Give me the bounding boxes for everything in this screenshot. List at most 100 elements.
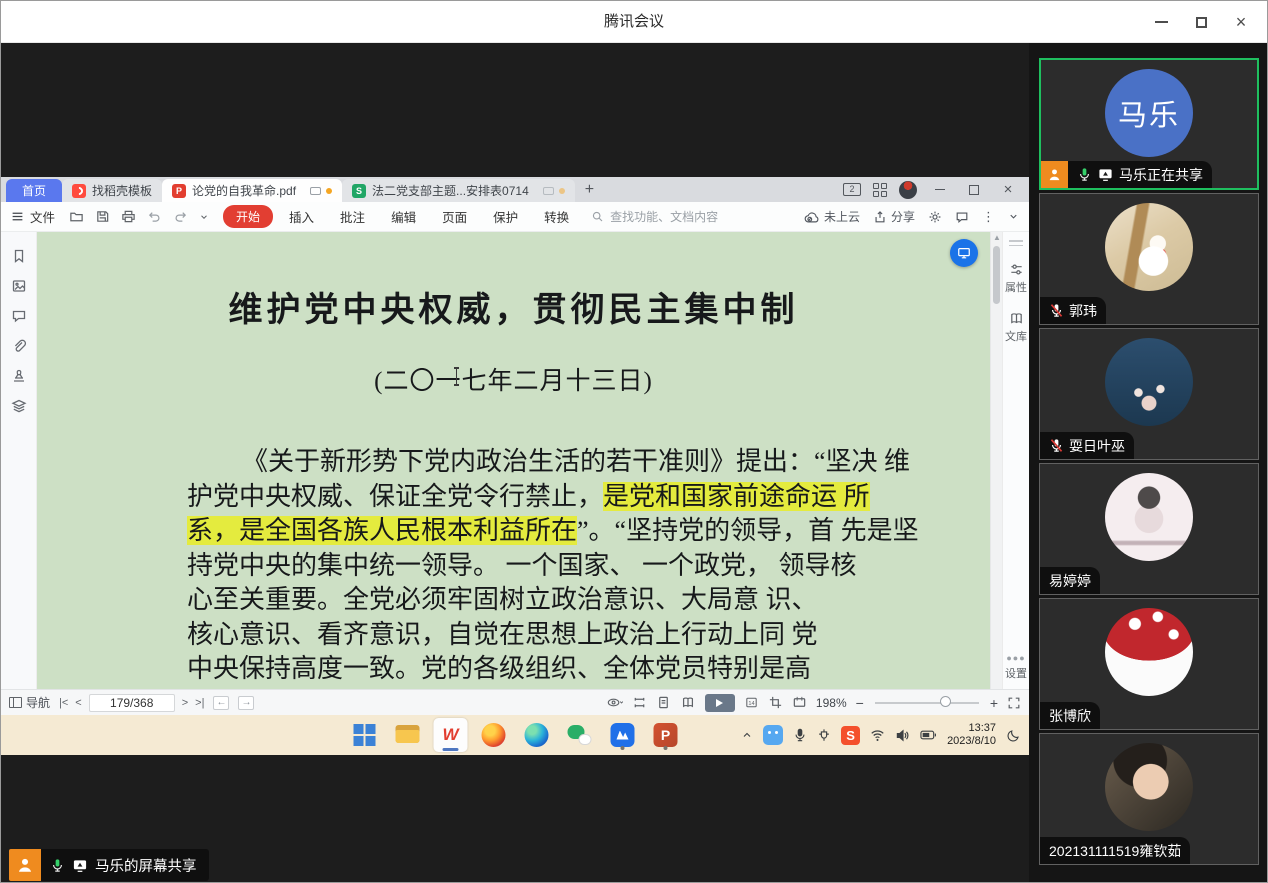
history-back-button[interactable]: ← (213, 696, 229, 710)
attachment-icon[interactable] (11, 338, 27, 354)
participant-tile[interactable]: 张博欣 (1039, 598, 1259, 730)
tray-chevron-icon[interactable] (741, 729, 753, 741)
image-tool-icon[interactable] (11, 278, 27, 294)
clock-time: 13:37 (947, 722, 996, 735)
doc-scrollbar[interactable]: ▲ (990, 232, 1002, 689)
participant-tile[interactable]: 耍日叶巫 (1039, 328, 1259, 460)
start-ribbon-tab[interactable]: 开始 (223, 205, 273, 228)
account-avatar[interactable] (899, 181, 917, 199)
wps-tab-sheet[interactable]: S法二党支部主题...安排表0714 (342, 179, 575, 202)
save-icon[interactable] (95, 209, 110, 224)
zoom-in-button[interactable]: + (990, 695, 998, 711)
scroll-mode-icon[interactable] (632, 695, 647, 710)
ribbon-tab[interactable]: 编辑 (391, 207, 416, 226)
taskbar-app-wechat[interactable] (563, 718, 597, 752)
workspace-icon[interactable]: 2 (843, 183, 861, 196)
clock[interactable]: 13:37 2023/8/10 (947, 722, 996, 748)
wps-restore-button[interactable] (963, 180, 985, 200)
cloud-status[interactable]: 未上云 (804, 208, 860, 225)
undo-icon[interactable] (147, 209, 162, 224)
wps-window: 首页找稻壳模板P论党的自我革命.pdfS法二党支部主题...安排表0714+2×… (1, 177, 1029, 715)
library-panel-button[interactable]: 文库 (1003, 311, 1029, 344)
share-action[interactable]: 分享 (873, 208, 915, 225)
ribbon-tab[interactable]: 批注 (340, 207, 365, 226)
minimize-button[interactable] (1141, 1, 1181, 43)
crop-page-icon[interactable] (768, 695, 783, 710)
fit-page-icon[interactable] (792, 695, 807, 710)
wps-tab-home[interactable]: 首页 (6, 179, 62, 202)
stamp-icon[interactable] (11, 368, 27, 384)
taskbar-app-windows[interactable] (348, 718, 382, 752)
night-mode-icon[interactable] (1006, 728, 1021, 743)
wps-tab-docer[interactable]: 找稻壳模板 (62, 179, 162, 202)
comment-tool-icon[interactable] (11, 308, 27, 324)
taskbar-app-meeting[interactable] (606, 718, 640, 752)
redo-icon[interactable] (173, 209, 188, 224)
page-indicator[interactable]: 179/368 (89, 694, 175, 712)
autoplay-icon[interactable]: 14 (744, 695, 759, 710)
single-page-view-icon[interactable] (656, 695, 671, 710)
zoom-level[interactable]: 198% (816, 696, 847, 710)
ribbon-tab[interactable]: 插入 (289, 207, 314, 226)
history-forward-button[interactable]: → (238, 696, 254, 710)
search-box[interactable]: 查找功能、文档内容 (591, 208, 804, 225)
new-tab-button[interactable]: + (575, 181, 604, 199)
taskbar-app-explorer[interactable] (391, 718, 425, 752)
maximize-button[interactable] (1181, 1, 1221, 43)
wifi-icon[interactable] (870, 729, 885, 742)
bookmark-icon[interactable] (11, 248, 27, 264)
tray-mic-icon[interactable] (793, 728, 807, 742)
properties-panel-button[interactable]: 属性 (1003, 262, 1029, 295)
ribbon-tab[interactable]: 转换 (544, 207, 569, 226)
zoom-slider-knob[interactable] (940, 696, 951, 707)
settings-rail-button[interactable]: ●●● 设置 (1003, 653, 1029, 681)
taskbar-app-powerpoint[interactable]: P (649, 718, 683, 752)
tray-app-icon[interactable] (763, 725, 783, 745)
next-page-button[interactable]: > (182, 697, 188, 709)
first-page-button[interactable]: |< (59, 697, 68, 709)
settings-gear-icon[interactable] (928, 210, 942, 224)
volume-icon[interactable] (895, 729, 910, 742)
open-folder-icon[interactable] (69, 209, 84, 224)
pdf-page[interactable]: 维护党中央权威，贯彻民主集中制 (二〇一七年二月十三日) 《关于新形势下党内政治… (37, 232, 990, 689)
navigation-toggle[interactable]: 导航 (9, 694, 50, 711)
sogou-input-icon[interactable]: S (841, 726, 860, 745)
taskbar-app-edge[interactable] (520, 718, 554, 752)
last-page-button[interactable]: >| (195, 697, 204, 709)
taskbar-app-wps[interactable]: W (434, 718, 468, 752)
book-view-icon[interactable] (680, 695, 696, 710)
participant-tile[interactable]: 易婷婷 (1039, 463, 1259, 595)
collapse-ribbon-icon[interactable] (1008, 211, 1019, 222)
mic-on-icon (1077, 167, 1092, 182)
prev-page-button[interactable]: < (75, 697, 81, 709)
taskbar-app-firefox[interactable] (477, 718, 511, 752)
ribbon-tab[interactable]: 页面 (442, 207, 467, 226)
rail-handle[interactable] (1009, 240, 1023, 246)
layers-icon[interactable] (11, 398, 27, 414)
comment-bubble-icon[interactable] (955, 210, 969, 224)
eye-protect-icon[interactable] (606, 695, 623, 710)
fullscreen-icon[interactable] (1007, 696, 1021, 710)
participant-tile[interactable]: 郭玮 (1039, 193, 1259, 325)
battery-icon[interactable] (920, 729, 937, 741)
tray-device-icon[interactable] (817, 728, 831, 742)
wps-tab-pdf[interactable]: P论党的自我革命.pdf (162, 179, 342, 202)
wps-close-button[interactable]: × (997, 180, 1019, 200)
print-icon[interactable] (121, 209, 136, 224)
search-placeholder: 查找功能、文档内容 (610, 208, 718, 225)
play-mode-button[interactable] (705, 694, 735, 712)
scrollbar-up-arrow[interactable]: ▲ (993, 234, 1001, 242)
close-button[interactable]: × (1221, 1, 1261, 43)
cast-button[interactable] (950, 239, 978, 267)
wps-minimize-button[interactable] (929, 180, 951, 200)
ribbon-tab[interactable]: 保护 (493, 207, 518, 226)
file-menu[interactable]: 文件 (11, 207, 55, 226)
zoom-out-button[interactable]: − (856, 695, 864, 711)
participant-tile[interactable]: 马乐马乐正在共享 (1039, 58, 1259, 190)
more-menu-icon[interactable]: ⋮ (982, 209, 995, 225)
apps-grid-icon[interactable] (873, 183, 887, 197)
zoom-slider[interactable] (875, 702, 979, 704)
toolbar-chevron-icon[interactable] (199, 212, 209, 222)
participant-tile[interactable]: 202131111519雍钦茹 (1039, 733, 1259, 865)
scrollbar-thumb[interactable] (993, 246, 1000, 304)
